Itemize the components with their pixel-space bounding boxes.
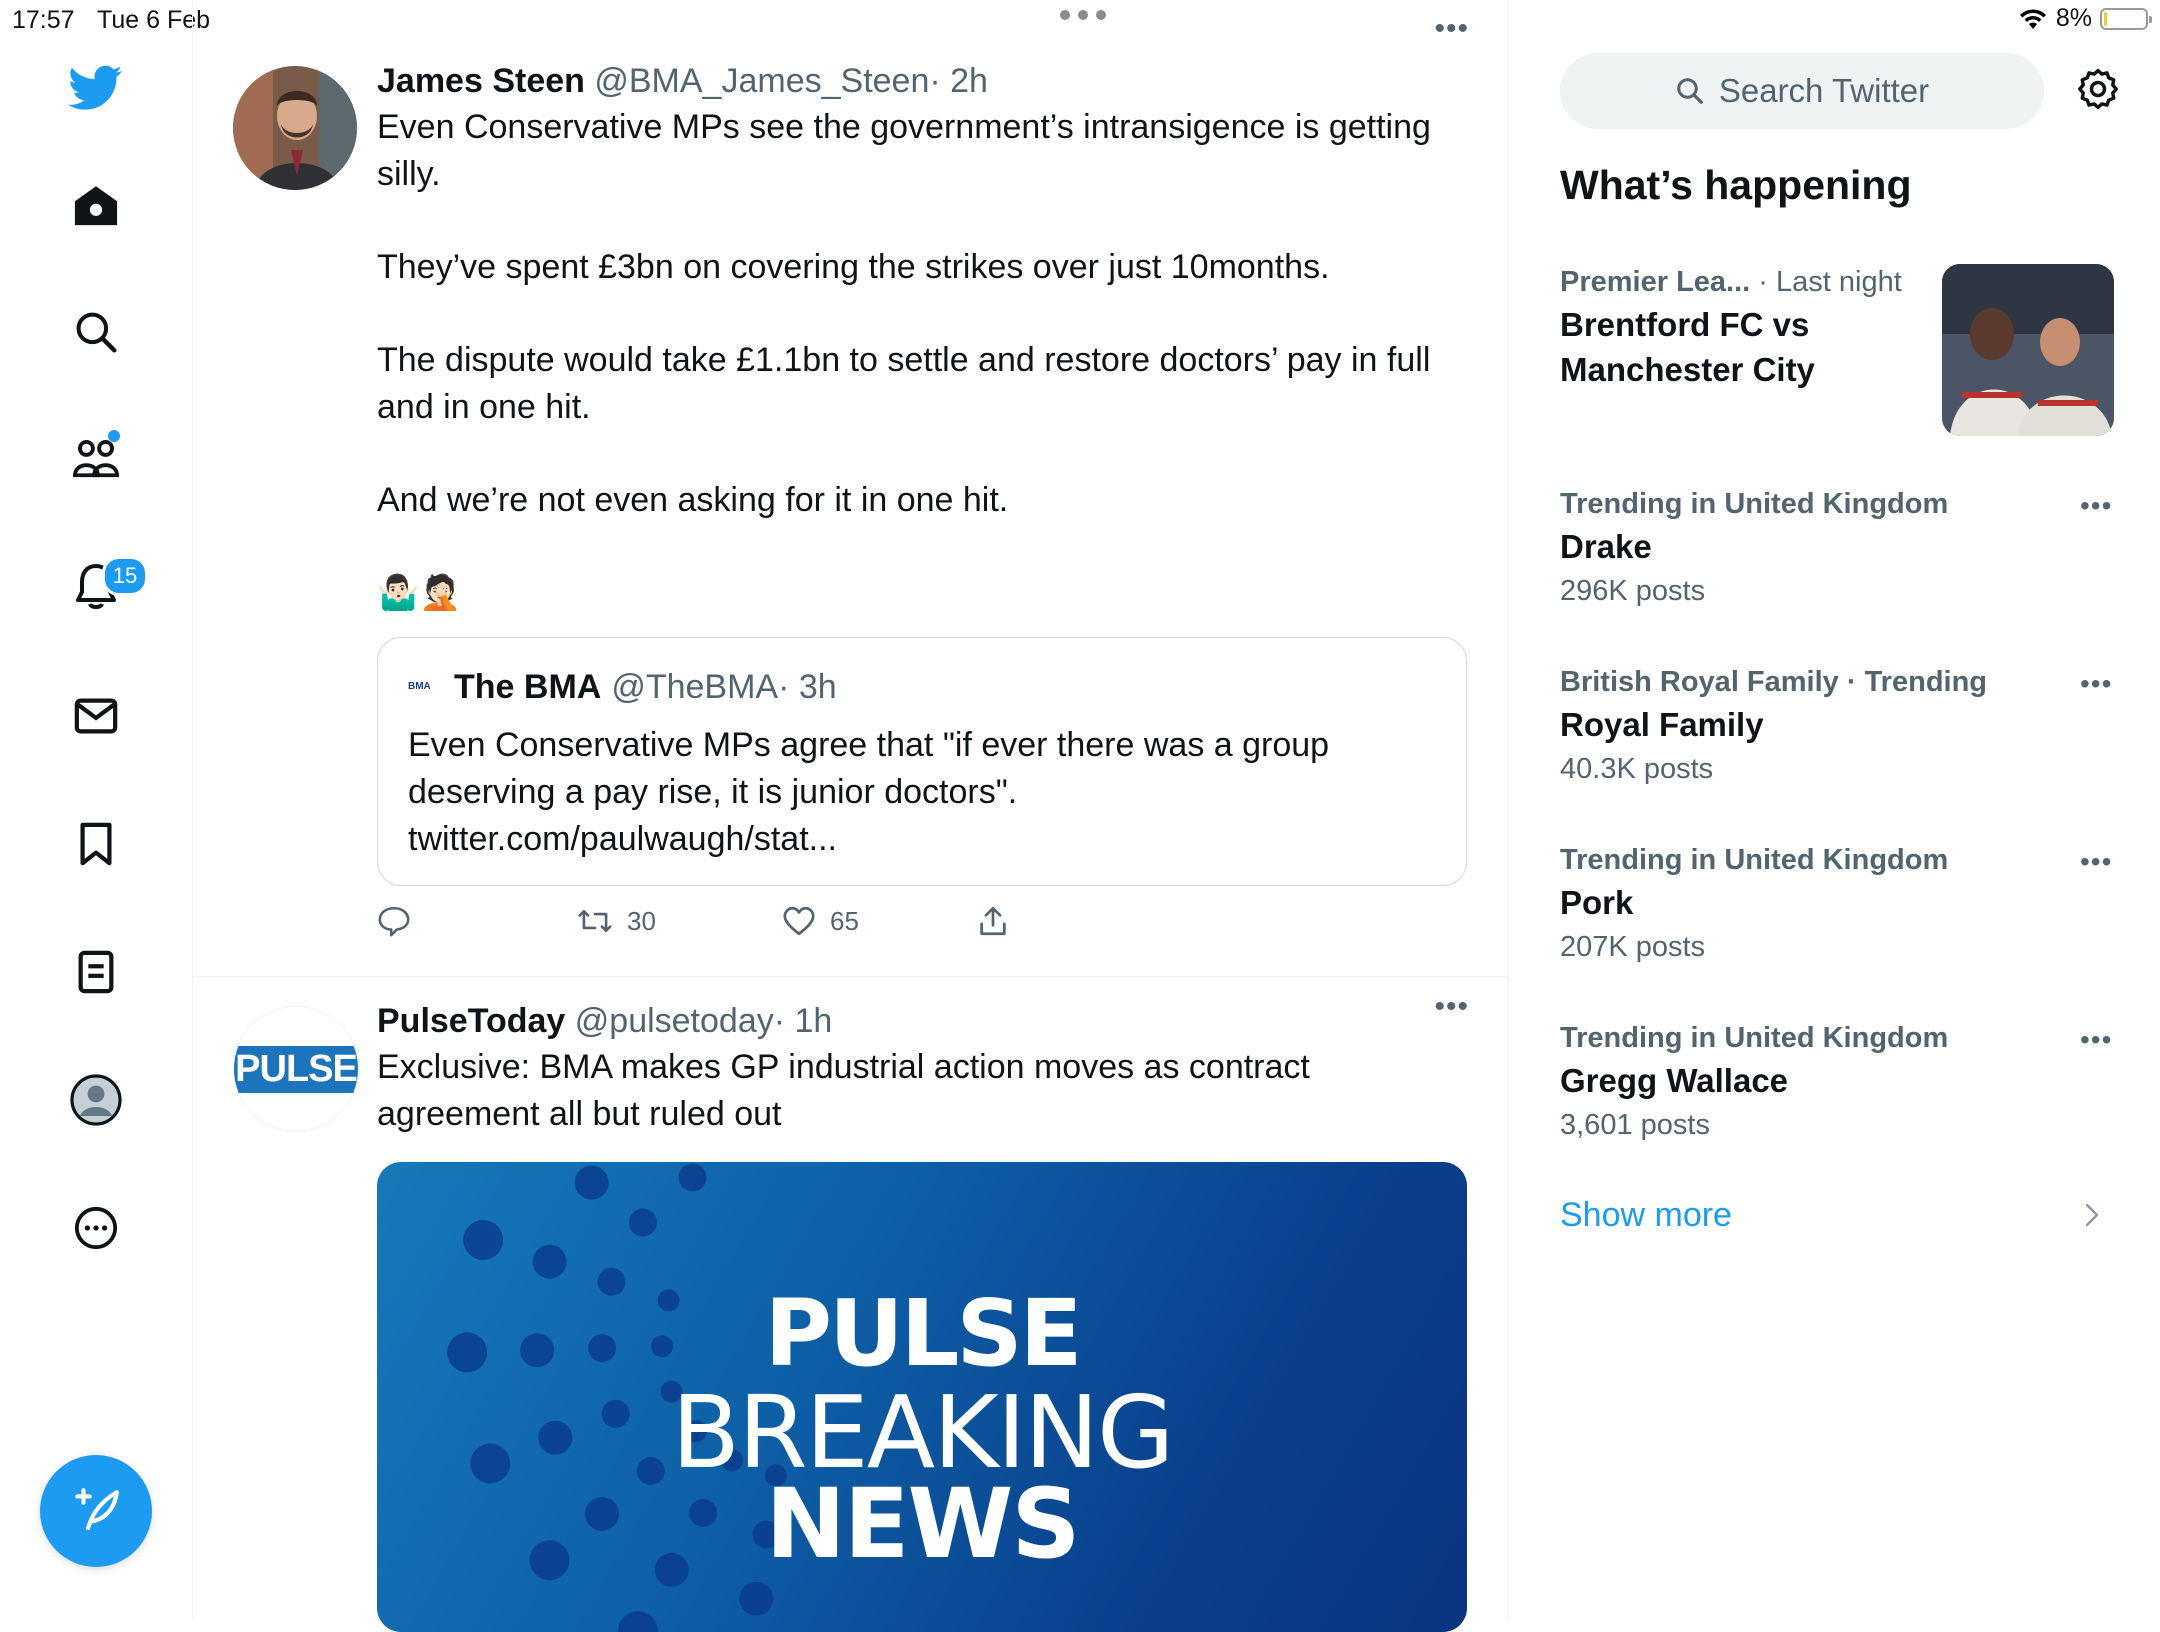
status-right: 8%	[2018, 4, 2152, 33]
trend-name: Pork	[1560, 884, 1634, 921]
author-handle[interactable]: @BMA_James_Steen	[594, 62, 929, 100]
nav-rail: 15	[0, 0, 193, 1620]
compose-tweet-button[interactable]	[40, 1455, 152, 1567]
tweet-time[interactable]: · 2h	[929, 62, 988, 100]
pattern-dot	[574, 1165, 609, 1200]
reply-button[interactable]	[377, 904, 577, 938]
messages-icon[interactable]	[66, 686, 126, 746]
bma-logo: BMA	[408, 681, 431, 692]
avatar[interactable]: PULSE	[233, 1006, 359, 1132]
avatar[interactable]	[233, 66, 357, 190]
wifi-icon	[2019, 8, 2046, 29]
trend-item[interactable]: British Royal Family · Trending Royal Fa…	[1560, 662, 2120, 791]
pattern-dot	[532, 1244, 567, 1279]
trend-item[interactable]: Trending in United Kingdom Drake 296K po…	[1560, 484, 2120, 613]
trend-name: Drake	[1560, 528, 1652, 565]
quoted-author-handle: @TheBMA	[611, 668, 779, 706]
search-icon[interactable]	[66, 302, 126, 362]
tweet-paragraph: And we’re not even asking for it in one …	[377, 481, 1009, 519]
media-title-news: NEWS	[765, 1468, 1081, 1580]
pattern-dot	[628, 1208, 657, 1237]
tweet-actions: 30 65	[377, 904, 1467, 938]
tweet-media-image[interactable]: PULSE BREAKING NEWS	[377, 1162, 1467, 1632]
timeline: James Steen @BMA_James_Steen· 2h Even Co…	[193, 0, 1508, 1632]
tweet-more-button[interactable]: •••	[1434, 12, 1469, 46]
battery-percent: 8%	[2055, 4, 2092, 32]
notifications-badge: 15	[102, 556, 148, 596]
trend-count: 3,601 posts	[1560, 1109, 1710, 1141]
bookmarks-icon[interactable]	[66, 814, 126, 874]
trend-more-button[interactable]: •••	[2080, 668, 2112, 700]
search-icon	[1677, 78, 1703, 104]
compose-icon	[75, 1488, 119, 1531]
pulse-logo: PULSE	[234, 1045, 358, 1093]
search-placeholder: Search Twitter	[1718, 72, 1930, 109]
author-name[interactable]: James Steen	[377, 62, 585, 100]
pattern-dot	[678, 1163, 707, 1192]
trend-count: 40.3K posts	[1560, 753, 1714, 785]
trend-context: Trending in United Kingdom	[1560, 844, 1949, 876]
show-more-link[interactable]: Show more	[1560, 1196, 1732, 1235]
featured-thumbnail[interactable]	[1942, 264, 2114, 436]
author-handle[interactable]: @pulsetoday	[575, 1002, 774, 1040]
chevron-right-icon[interactable]	[2084, 1202, 2100, 1228]
quoted-tweet-text: Even Conservative MPs agree that "if eve…	[408, 726, 1330, 858]
profile-icon[interactable]	[66, 1070, 126, 1130]
featured-time: · Last night	[1758, 266, 1902, 298]
trend-context: Trending in United Kingdom	[1560, 1022, 1949, 1054]
trend-count: 207K posts	[1560, 931, 1706, 963]
tweet-time[interactable]: · 1h	[774, 1002, 833, 1040]
pattern-dot	[739, 1581, 774, 1616]
like-button[interactable]: 65	[782, 905, 977, 937]
trend-more-button[interactable]: •••	[2080, 846, 2112, 878]
trend-item[interactable]: Trending in United Kingdom Gregg Wallace…	[1560, 1018, 2120, 1147]
gear-icon	[2078, 68, 2118, 110]
media-title-pulse: PULSE	[764, 1280, 1083, 1387]
tweet-paragraph: Even Conservative MPs see the government…	[377, 108, 1431, 193]
quoted-author-name: The BMA	[454, 668, 602, 706]
lists-icon[interactable]	[66, 942, 126, 1002]
like-count: 65	[830, 905, 859, 936]
settings-button[interactable]	[2075, 66, 2125, 116]
more-icon[interactable]	[66, 1198, 126, 1258]
trend-context: British Royal Family · Trending	[1560, 666, 1988, 698]
tweet-paragraph: The dispute would take £1.1bn to settle …	[377, 341, 1431, 426]
communities-dot	[108, 430, 120, 442]
share-button[interactable]	[977, 904, 1009, 938]
twitter-logo-icon[interactable]	[66, 58, 126, 118]
quoted-tweet-time: · 3h	[778, 668, 837, 706]
trend-name: Royal Family	[1560, 706, 1764, 743]
author-name[interactable]: PulseToday	[377, 1002, 565, 1040]
trend-featured[interactable]: Premier Lea... · Last night Brentford FC…	[1560, 262, 1940, 392]
pattern-dot	[618, 1611, 658, 1632]
battery-icon	[2100, 7, 2152, 30]
tweet-text: Even Conservative MPs see the government…	[377, 104, 1467, 617]
tweet-text: Exclusive: BMA makes GP industrial actio…	[377, 1048, 1310, 1133]
trend-context: Trending in United Kingdom	[1560, 488, 1949, 520]
tweet-paragraph: They’ve spent £3bn on covering the strik…	[377, 248, 1330, 286]
heart-icon	[783, 906, 815, 936]
home-icon[interactable]	[66, 176, 126, 236]
whats-happening-title: What’s happening	[1560, 162, 1912, 208]
pattern-dot	[463, 1220, 504, 1260]
trend-more-button[interactable]: •••	[2080, 1024, 2112, 1056]
retweet-icon	[578, 909, 612, 933]
share-icon	[980, 906, 1006, 936]
tweet-header: PulseToday @pulsetoday· 1h	[377, 998, 1467, 1044]
trend-more-button[interactable]: •••	[2080, 490, 2112, 522]
tweet-divider	[193, 976, 1507, 977]
quoted-tweet[interactable]: BMA The BMA @TheBMA· 3h Even Conservativ…	[377, 637, 1467, 886]
trend-count: 296K posts	[1560, 575, 1706, 607]
search-input[interactable]: Search Twitter	[1560, 53, 2044, 129]
retweet-count: 30	[627, 905, 656, 936]
tweet-emoji: 🤷🏻‍♂️🤦🏻	[377, 574, 462, 612]
tweet-header: James Steen @BMA_James_Steen· 2h	[377, 58, 1467, 104]
trend-item[interactable]: Trending in United Kingdom Pork 207K pos…	[1560, 840, 2120, 969]
tweet-more-button[interactable]: •••	[1434, 990, 1469, 1024]
trend-name: Gregg Wallace	[1560, 1062, 1789, 1099]
featured-category: Premier Lea...	[1560, 266, 1751, 298]
retweet-button[interactable]: 30	[577, 904, 782, 938]
featured-title: Brentford FC vs Manchester City	[1560, 306, 1815, 388]
reply-icon	[378, 906, 410, 937]
